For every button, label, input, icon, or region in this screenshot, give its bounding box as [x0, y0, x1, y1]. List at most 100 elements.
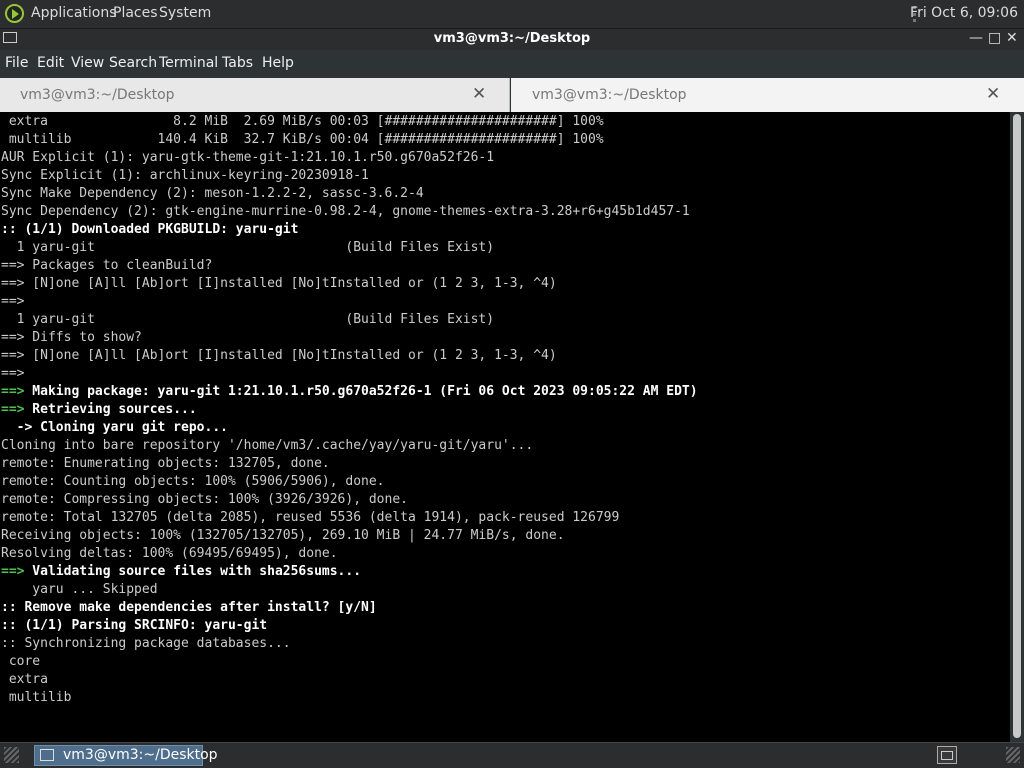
menu-edit[interactable]: Edit — [37, 55, 64, 71]
terminal-line-text: Retrieving sources... — [24, 402, 197, 417]
terminal-line: -> Cloning yaru git repo... — [1, 419, 228, 437]
terminal-line: ==> Validating source files with sha256s… — [1, 563, 361, 581]
tab-label: vm3@vm3:~/Desktop — [20, 87, 175, 103]
terminal-line-text: :: Synchronizing package databases... — [1, 636, 291, 651]
terminal-line: ==> — [1, 365, 24, 383]
terminal-line-text: ==> [N]one [A]ll [Ab]ort [I]nstalled [No… — [1, 348, 557, 363]
terminal-line: ==> — [1, 293, 24, 311]
terminal-line-text: ==> Packages to cleanBuild? — [1, 258, 213, 273]
terminal-line: ==> Making package: yaru-git 1:21.10.1.r… — [1, 383, 698, 401]
terminal-line: multilib — [1, 689, 72, 707]
terminal-line-text: extra 8.2 MiB 2.69 MiB/s 00:03 [########… — [1, 114, 604, 129]
top-panel: Applications Places System Fri Oct 6, 09… — [0, 0, 1024, 29]
terminal-line-text: core — [1, 654, 41, 669]
terminal-line-text: multilib 140.4 KiB 32.7 KiB/s 00:04 [###… — [1, 132, 604, 147]
show-desktop-icon[interactable] — [937, 746, 957, 764]
terminal-line: multilib 140.4 KiB 32.7 KiB/s 00:04 [###… — [1, 131, 604, 149]
terminal-line: remote: Counting objects: 100% (5906/590… — [1, 473, 385, 491]
terminal-line: extra 8.2 MiB 2.69 MiB/s 00:03 [########… — [1, 113, 604, 131]
terminal-line-text: Sync Dependency (2): gtk-engine-murrine-… — [1, 204, 690, 219]
terminal-line-text: 1 yaru-git (Build Files Exist) — [1, 312, 495, 327]
terminal-line: remote: Total 132705 (delta 2085), reuse… — [1, 509, 619, 527]
maximize-button[interactable]: □ — [988, 30, 1001, 46]
terminal-line-text: remote: Counting objects: 100% (5906/590… — [1, 474, 385, 489]
tab-1[interactable]: vm3@vm3:~/Desktop ✕ — [0, 78, 510, 112]
terminal-line: ==> [N]one [A]ll [Ab]ort [I]nstalled [No… — [1, 347, 557, 365]
terminal-line-text: Resolving deltas: 100% (69495/69495), do… — [1, 546, 338, 561]
terminal-line: :: (1/1) Parsing SRCINFO: yaru-git — [1, 617, 267, 635]
terminal-line: Cloning into bare repository '/home/vm3/… — [1, 437, 533, 455]
terminal-line-text: remote: Enumerating objects: 132705, don… — [1, 456, 330, 471]
tab-close-icon[interactable]: ✕ — [472, 84, 486, 104]
tab-2[interactable]: vm3@vm3:~/Desktop ✕ — [511, 78, 1024, 112]
terminal-prompt-arrow: ==> — [1, 384, 25, 399]
places-menu[interactable]: Places — [113, 5, 158, 21]
terminal-line: ==> Diffs to show? — [1, 329, 142, 347]
system-menu[interactable]: System — [159, 5, 211, 21]
terminal-line-text: Sync Make Dependency (2): meson-1.2.2-2,… — [1, 186, 424, 201]
terminal-prompt-arrow: ==> — [1, 402, 25, 417]
terminal-line-text: extra — [1, 672, 48, 687]
terminal-line: ==> Retrieving sources... — [1, 401, 197, 419]
menu-tabs[interactable]: Tabs — [222, 55, 253, 71]
terminal-scrollbar[interactable] — [1010, 112, 1024, 742]
terminal-line-text: ==> Diffs to show? — [1, 330, 142, 345]
panel-grip-icon — [1006, 747, 1020, 763]
menu-file[interactable]: File — [5, 55, 28, 71]
clock[interactable]: Fri Oct 6, 09:06 — [910, 5, 1018, 21]
menu-help[interactable]: Help — [262, 55, 294, 71]
terminal-line-text: Making package: yaru-git 1:21.10.1.r50.g… — [24, 384, 698, 399]
window-titlebar[interactable]: vm3@vm3:~/Desktop — □ ✕ — [0, 29, 1024, 50]
terminal-line: Resolving deltas: 100% (69495/69495), do… — [1, 545, 338, 563]
terminal-line: Sync Make Dependency (2): meson-1.2.2-2,… — [1, 185, 424, 203]
scrollbar-thumb[interactable] — [1013, 114, 1021, 738]
terminal-icon — [40, 749, 54, 761]
window-title: vm3@vm3:~/Desktop — [433, 31, 591, 46]
terminal-line-text: Receiving objects: 100% (132705/132705),… — [1, 528, 565, 543]
terminal-line-text: ==> [N]one [A]ll [Ab]ort [I]nstalled [No… — [1, 276, 557, 291]
tab-label: vm3@vm3:~/Desktop — [532, 87, 687, 103]
terminal-line: :: Synchronizing package databases... — [1, 635, 291, 653]
terminal-line: :: (1/1) Downloaded PKGBUILD: yaru-git — [1, 221, 298, 239]
tab-close-icon[interactable]: ✕ — [986, 84, 1000, 104]
menubar: File Edit View Search Terminal Tabs Help — [0, 50, 1024, 78]
terminal-line: core — [1, 653, 40, 671]
terminal-line: AUR Explicit (1): yaru-gtk-theme-git-1:2… — [1, 149, 494, 167]
taskbar-window-label: vm3@vm3:~/Desktop — [63, 747, 218, 763]
terminal-line: remote: Enumerating objects: 132705, don… — [1, 455, 330, 473]
terminal-line-text: :: (1/1) Downloaded PKGBUILD: yaru-git — [1, 222, 299, 237]
terminal-line-text: yaru ... Skipped — [1, 582, 158, 597]
terminal-line: Sync Dependency (2): gtk-engine-murrine-… — [1, 203, 690, 221]
terminal-line-text: Cloning into bare repository '/home/vm3/… — [1, 438, 534, 453]
terminal-line: :: Remove make dependencies after instal… — [1, 599, 377, 617]
terminal-line: ==> Packages to cleanBuild? — [1, 257, 212, 275]
terminal-line: Receiving objects: 100% (132705/132705),… — [1, 527, 565, 545]
terminal-line: yaru ... Skipped — [1, 581, 158, 599]
terminal-line: 1 yaru-git (Build Files Exist) — [1, 239, 494, 257]
terminal-line: Sync Explicit (1): archlinux-keyring-202… — [1, 167, 369, 185]
panel-grip-icon — [4, 747, 19, 763]
terminal-line-text: Sync Explicit (1): archlinux-keyring-202… — [1, 168, 369, 183]
terminal-line: extra — [1, 671, 48, 689]
menu-terminal[interactable]: Terminal — [159, 55, 218, 71]
tab-bar: vm3@vm3:~/Desktop ✕ vm3@vm3:~/Desktop ✕ — [0, 78, 1024, 112]
taskbar-window-button[interactable]: vm3@vm3:~/Desktop — [34, 745, 218, 766]
close-button[interactable]: ✕ — [1006, 30, 1018, 46]
menu-view[interactable]: View — [71, 55, 104, 71]
menu-search[interactable]: Search — [109, 55, 157, 71]
terminal-line: remote: Compressing objects: 100% (3926/… — [1, 491, 408, 509]
terminal-line-text: :: (1/1) Parsing SRCINFO: yaru-git — [1, 618, 268, 633]
distro-logo-icon[interactable] — [5, 4, 24, 23]
terminal-line-text: ==> — [1, 366, 25, 381]
terminal-line-text: multilib — [1, 690, 72, 705]
terminal-line-text: remote: Total 132705 (delta 2085), reuse… — [1, 510, 620, 525]
terminal-output[interactable]: extra 8.2 MiB 2.69 MiB/s 00:03 [########… — [0, 112, 1010, 742]
terminal-line-text: ==> — [1, 294, 25, 309]
minimize-button[interactable]: — — [969, 30, 983, 46]
terminal-prompt-arrow: ==> — [1, 564, 25, 579]
applications-menu[interactable]: Applications — [31, 5, 117, 21]
terminal-line-text: AUR Explicit (1): yaru-gtk-theme-git-1:2… — [1, 150, 495, 165]
terminal-line-text: 1 yaru-git (Build Files Exist) — [1, 240, 495, 255]
terminal-line-text: :: Remove make dependencies after instal… — [1, 600, 377, 615]
terminal-line-text: Validating source files with sha256sums.… — [24, 564, 362, 579]
